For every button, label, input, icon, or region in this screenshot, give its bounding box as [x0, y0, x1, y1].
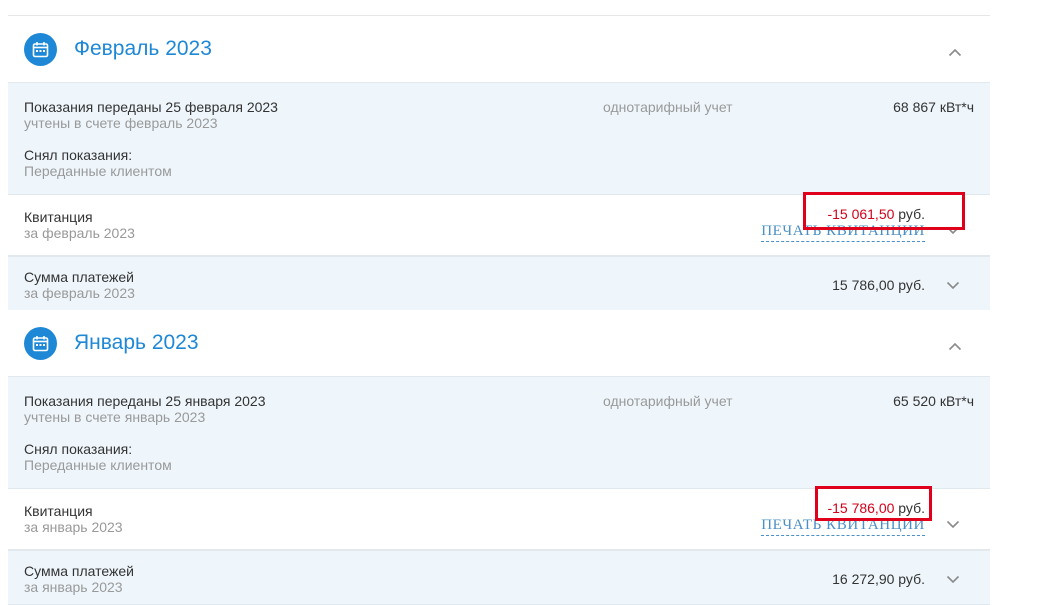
tariff-type: однотарифный учет [603, 99, 733, 115]
chevron-up-icon[interactable] [948, 44, 962, 62]
payments-amount: 16 272,90 руб. [832, 571, 925, 587]
month-title: Январь 2023 [74, 331, 199, 354]
chevron-down-icon[interactable] [946, 571, 960, 589]
calendar-icon [24, 33, 57, 66]
taken-by-value: Переданные клиентом [24, 457, 172, 473]
payments-amount: 15 786,00 руб. [832, 277, 925, 293]
highlight-box [803, 192, 965, 230]
readings-date: Показания переданы 25 февраля 2023 [24, 99, 278, 115]
payments-row[interactable]: Сумма платежей за февраль 2023 15 786,00… [8, 257, 990, 311]
chevron-up-icon[interactable] [948, 338, 962, 356]
month-section-february-2023: Февраль 2023 Показания переданы 25 февра… [8, 16, 990, 311]
meter-value: 65 520 кВт*ч [893, 393, 974, 409]
month-header[interactable]: Февраль 2023 [8, 16, 990, 83]
receipt-period: за февраль 2023 [24, 225, 135, 241]
taken-by-label: Снял показания: [24, 147, 133, 163]
meter-readings-block: Показания переданы 25 февраля 2023 учтен… [8, 83, 990, 195]
highlight-box [815, 486, 932, 521]
calendar-icon [24, 327, 57, 360]
month-section-january-2023: Январь 2023 Показания переданы 25 января… [8, 310, 990, 605]
taken-by-value: Переданные клиентом [24, 163, 172, 179]
payments-label: Сумма платежей [24, 269, 134, 285]
receipt-period: за январь 2023 [24, 519, 123, 535]
month-title: Февраль 2023 [74, 37, 212, 60]
payments-period: за февраль 2023 [24, 285, 135, 301]
chevron-down-icon[interactable] [946, 277, 960, 295]
readings-accounted: учтены в счете январь 2023 [24, 409, 206, 425]
taken-by-label: Снял показания: [24, 441, 133, 457]
meter-value: 68 867 кВт*ч [893, 99, 974, 115]
receipt-label: Квитанция [24, 503, 93, 519]
readings-accounted: учтены в счете февраль 2023 [24, 115, 218, 131]
payments-period: за январь 2023 [24, 579, 123, 595]
receipt-label: Квитанция [24, 209, 93, 225]
meter-readings-block: Показания переданы 25 января 2023 учтены… [8, 377, 990, 489]
month-header[interactable]: Январь 2023 [8, 310, 990, 377]
payments-row[interactable]: Сумма платежей за январь 2023 16 272,90 … [8, 551, 990, 605]
payments-label: Сумма платежей [24, 563, 134, 579]
chevron-down-icon[interactable] [946, 516, 960, 534]
readings-date: Показания переданы 25 января 2023 [24, 393, 266, 409]
tariff-type: однотарифный учет [603, 393, 733, 409]
billing-history: Февраль 2023 Показания переданы 25 февра… [8, 0, 990, 605]
